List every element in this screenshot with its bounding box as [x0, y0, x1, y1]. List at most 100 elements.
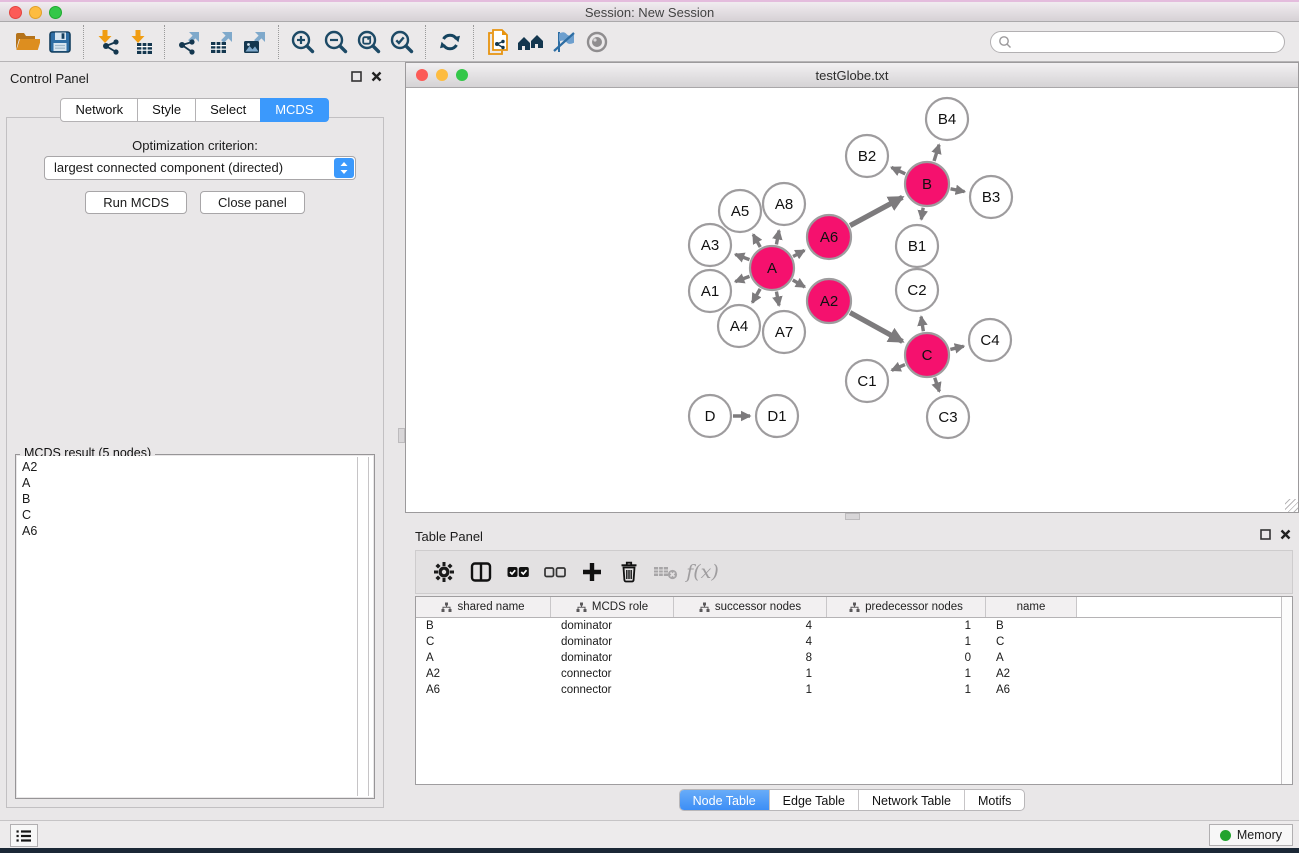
split-panel-button[interactable]	[462, 560, 499, 584]
network-edge-C-C2[interactable]	[921, 317, 923, 332]
network-node-C4[interactable]: C4	[969, 319, 1011, 361]
import-table-button[interactable]	[124, 25, 157, 59]
network-node-A1[interactable]: A1	[689, 270, 731, 312]
column-header-name[interactable]: name	[986, 597, 1077, 617]
network-canvas[interactable]: A A1 A2 A3 A4 A5 A6 A7 A8 B B1 B2 B3B4 C C1 C2 C3C4 D D1	[406, 88, 1298, 512]
export-network-button[interactable]	[172, 25, 205, 59]
network-edge-B-B2[interactable]	[891, 167, 905, 173]
select-all-button[interactable]	[499, 560, 536, 584]
refresh-button[interactable]	[433, 25, 466, 59]
network-node-B2[interactable]: B2	[846, 135, 888, 177]
network-node-B3[interactable]: B3	[970, 176, 1012, 218]
network-edge-A6-B[interactable]	[850, 197, 902, 225]
network-graph[interactable]: A A1 A2 A3 A4 A5 A6 A7 A8 B B1 B2 B3B4 C C1 C2 C3C4 D D1	[406, 88, 1298, 512]
network-edge-B-B4[interactable]	[934, 145, 939, 161]
network-node-A3[interactable]: A3	[689, 224, 731, 266]
network-node-D1[interactable]: D1	[756, 395, 798, 437]
network-node-A5[interactable]: A5	[719, 190, 761, 232]
network-node-C3[interactable]: C3	[927, 396, 969, 438]
export-image-button[interactable]	[238, 25, 271, 59]
mcds-result-item[interactable]: A6	[22, 523, 373, 539]
network-edge-A-A3[interactable]	[735, 254, 749, 259]
show-hide-button[interactable]	[580, 25, 613, 59]
network-node-A2[interactable]: A2	[807, 279, 851, 323]
network-node-D[interactable]: D	[689, 395, 731, 437]
network-edge-C-C4[interactable]	[950, 346, 963, 349]
select-stepper-icon[interactable]	[334, 158, 354, 178]
table-row[interactable]: Adominator80A	[416, 650, 1292, 666]
mcds-result-item[interactable]: A	[22, 475, 373, 491]
network-node-B4[interactable]: B4	[926, 98, 968, 140]
network-node-C2[interactable]: C2	[896, 269, 938, 311]
network-node-B[interactable]: B	[905, 162, 949, 206]
tab-network-table[interactable]: Network Table	[858, 790, 964, 810]
vertical-splitter-handle[interactable]	[398, 428, 405, 443]
network-edge-B-B3[interactable]	[951, 189, 965, 192]
network-node-C1[interactable]: C1	[846, 360, 888, 402]
table-row[interactable]: Bdominator41B	[416, 618, 1292, 634]
function-builder-button[interactable]: f(x)	[684, 561, 721, 583]
memory-button[interactable]: Memory	[1209, 824, 1293, 846]
network-node-A4[interactable]: A4	[718, 305, 760, 347]
settings-button[interactable]	[425, 561, 462, 583]
search-input[interactable]	[1016, 33, 1284, 51]
close-panel-button[interactable]: Close panel	[200, 191, 305, 214]
home-button[interactable]	[514, 25, 547, 59]
new-network-from-selection-button[interactable]	[481, 25, 514, 59]
export-table-button[interactable]	[205, 25, 238, 59]
float-panel-icon[interactable]	[1260, 529, 1271, 540]
network-edge-C-C3[interactable]	[935, 378, 940, 392]
deselect-all-button[interactable]	[536, 560, 573, 584]
zoom-in-button[interactable]	[286, 25, 319, 59]
tab-edge-table[interactable]: Edge Table	[769, 790, 858, 810]
delete-column-button[interactable]	[610, 560, 647, 584]
table-row[interactable]: A6connector11A6	[416, 682, 1292, 698]
network-edge-B-B1[interactable]	[921, 208, 923, 220]
table-row[interactable]: Cdominator41C	[416, 634, 1292, 650]
network-edge-A-A6[interactable]	[793, 250, 804, 256]
close-panel-icon[interactable]	[1280, 529, 1291, 540]
column-header-mcds-role[interactable]: MCDS role	[551, 597, 674, 617]
table-row[interactable]: A2connector11A2	[416, 666, 1292, 682]
float-panel-icon[interactable]	[351, 71, 362, 82]
network-edge-A-A5[interactable]	[753, 235, 760, 248]
network-node-B1[interactable]: B1	[896, 225, 938, 267]
column-header-predecessor-nodes[interactable]: predecessor nodes	[827, 597, 986, 617]
delete-table-button[interactable]	[647, 562, 684, 582]
network-edge-A2-C[interactable]	[850, 313, 902, 342]
zoom-selected-button[interactable]	[385, 25, 418, 59]
mcds-result-item[interactable]: A2	[22, 459, 373, 475]
run-mcds-button[interactable]: Run MCDS	[85, 191, 187, 214]
graphics-details-button[interactable]	[547, 25, 580, 59]
tab-mcds[interactable]: MCDS	[260, 98, 328, 122]
column-header-shared-name[interactable]: shared name	[416, 597, 551, 617]
tab-motifs[interactable]: Motifs	[964, 790, 1024, 810]
mcds-result-scrollbar[interactable]	[357, 457, 369, 796]
search-field[interactable]	[990, 31, 1285, 53]
tab-node-table[interactable]: Node Table	[680, 790, 769, 810]
network-edge-C-C1[interactable]	[892, 365, 905, 371]
zoom-fit-button[interactable]	[352, 25, 385, 59]
network-edge-A-A4[interactable]	[752, 289, 760, 303]
add-column-button[interactable]	[573, 560, 610, 584]
window-resize-grip[interactable]	[1285, 499, 1298, 512]
network-edge-A-A7[interactable]	[776, 292, 779, 306]
mcds-result-item[interactable]: C	[22, 507, 373, 523]
network-edge-A-A8[interactable]	[776, 231, 779, 245]
column-header-successor-nodes[interactable]: successor nodes	[674, 597, 827, 617]
task-history-button[interactable]	[10, 824, 38, 847]
network-node-C[interactable]: C	[905, 333, 949, 377]
tab-style[interactable]: Style	[137, 98, 196, 122]
table-scrollbar[interactable]	[1281, 597, 1292, 784]
network-node-A8[interactable]: A8	[763, 183, 805, 225]
close-panel-icon[interactable]	[371, 71, 382, 82]
horizontal-splitter-handle[interactable]	[845, 513, 860, 520]
import-network-button[interactable]	[91, 25, 124, 59]
network-node-A7[interactable]: A7	[763, 311, 805, 353]
network-node-A6[interactable]: A6	[807, 215, 851, 259]
network-node-A[interactable]: A	[750, 246, 794, 290]
network-edge-A-A2[interactable]	[793, 280, 805, 287]
mcds-result-list[interactable]: A2ABCA6	[17, 456, 373, 797]
tab-network[interactable]: Network	[60, 98, 138, 122]
tab-select[interactable]: Select	[195, 98, 261, 122]
